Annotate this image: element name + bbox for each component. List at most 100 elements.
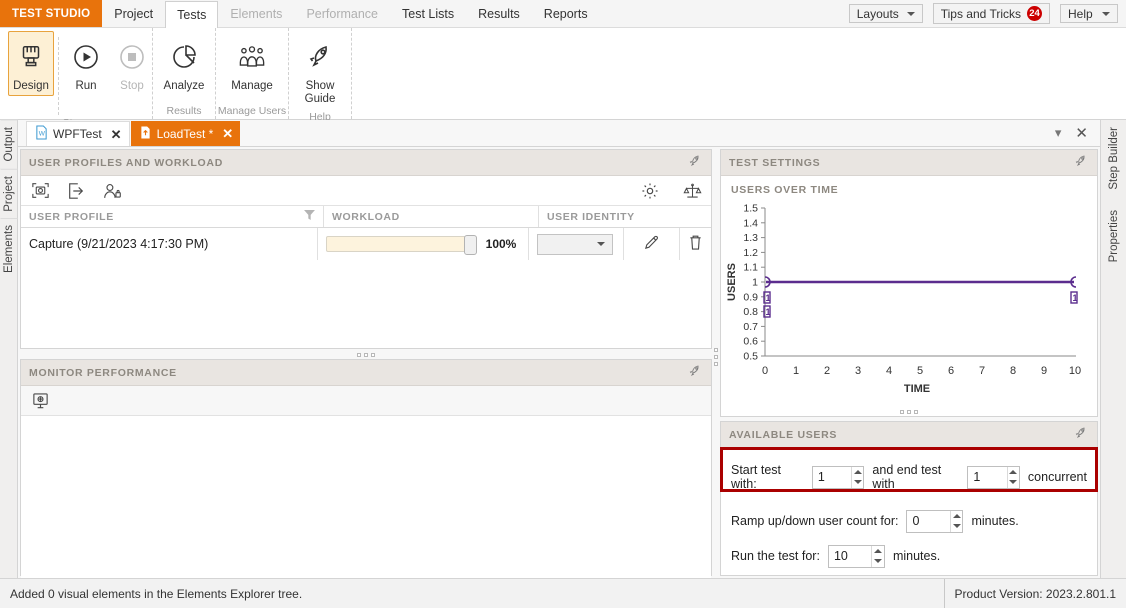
user-identity-dropdown[interactable] <box>536 233 613 255</box>
menu-item-elements[interactable]: Elements <box>218 0 294 27</box>
vertical-splitter[interactable] <box>712 257 720 457</box>
column-header-user-profile[interactable]: USER PROFILE <box>21 206 323 227</box>
chevron-down-icon <box>596 242 605 246</box>
svg-text:1.4: 1.4 <box>743 217 758 229</box>
ribbon-group-manage-users: Manage Manage Users <box>216 28 288 119</box>
document-tab-wpftest[interactable]: W WPFTest ✕ <box>26 121 130 146</box>
chart-splitter[interactable] <box>721 408 1097 415</box>
cell-workload: 100% <box>318 228 528 260</box>
available-users-panel-title: AVAILABLE USERS <box>729 428 838 441</box>
table-row[interactable]: Capture (9/21/2023 4:17:30 PM) 100% <box>21 228 711 260</box>
tips-and-tricks-button[interactable]: Tips and Tricks 24 <box>932 3 1050 24</box>
svg-text:2: 2 <box>824 365 830 377</box>
duration-stepper[interactable] <box>827 544 885 568</box>
workload-slider[interactable] <box>325 235 477 255</box>
tips-badge: 24 <box>1027 6 1042 21</box>
svg-text:0: 0 <box>762 365 768 377</box>
manage-button[interactable]: Manage <box>216 31 288 96</box>
cell-delete <box>680 228 711 260</box>
menu-item-tests[interactable]: Tests <box>165 1 219 28</box>
rocket-icon[interactable] <box>687 363 703 382</box>
svg-text:1.5: 1.5 <box>743 203 758 215</box>
status-message: Added 0 visual elements in the Elements … <box>10 586 303 601</box>
document-workspace: W WPFTest ✕ LoadTest * ✕ ▾ ✕ USER PROFIL… <box>18 120 1100 608</box>
svg-text:1: 1 <box>752 277 758 289</box>
svg-text:0.7: 0.7 <box>743 321 758 333</box>
spin-up-icon[interactable] <box>872 546 884 557</box>
rocket-icon[interactable] <box>1073 425 1089 444</box>
run-label: Run <box>75 80 97 92</box>
run-button[interactable]: Run <box>63 31 109 96</box>
sidebar-item-project[interactable]: Project <box>0 168 18 219</box>
capture-icon[interactable] <box>29 180 51 202</box>
ramp-label: Ramp up/down user count for: <box>731 514 899 528</box>
sidebar-item-step-builder[interactable]: Step Builder <box>1105 120 1123 197</box>
brush-icon <box>11 37 51 77</box>
ramp-input[interactable] <box>907 510 950 532</box>
close-icon[interactable]: ✕ <box>222 127 233 140</box>
rocket-icon[interactable] <box>687 153 703 172</box>
ramp-spin-buttons[interactable] <box>949 510 963 532</box>
svg-text:5: 5 <box>917 365 923 377</box>
show-guide-button[interactable]: Show Guide <box>289 31 351 109</box>
pencil-icon[interactable] <box>643 234 660 254</box>
design-button[interactable]: Design <box>8 31 54 96</box>
duration-spin-buttons[interactable] <box>871 545 884 567</box>
close-icon[interactable]: ✕ <box>111 128 122 141</box>
close-document-icon[interactable]: ✕ <box>1075 124 1088 142</box>
rocket-icon[interactable] <box>1073 153 1089 172</box>
ribbon-toolbar: Design Run Stop Analyze Results Manage M… <box>0 28 1126 129</box>
column-header-user-identity[interactable]: USER IDENTITY <box>539 206 711 227</box>
manage-label: Manage <box>231 80 273 92</box>
sidebar-item-output[interactable]: Output <box>0 120 18 169</box>
help-button[interactable]: Help <box>1060 4 1118 23</box>
document-tab-label: WPFTest <box>53 127 102 141</box>
ramp-row: Ramp up/down user count for: minutes. <box>731 506 1087 536</box>
layouts-button[interactable]: Layouts <box>848 4 923 23</box>
analyze-button[interactable]: Analyze <box>153 31 215 96</box>
ramp-stepper[interactable] <box>906 509 964 533</box>
ribbon-group-results-label: Results <box>166 105 202 117</box>
workload-slider-thumb[interactable] <box>463 235 477 255</box>
ribbon-group-manage-users-label: Manage Users <box>217 105 287 117</box>
tab-menu-icon[interactable]: ▾ <box>1055 125 1062 141</box>
duration-minutes-label: minutes. <box>892 549 941 563</box>
column-label: USER IDENTITY <box>547 210 635 223</box>
spin-down-icon[interactable] <box>872 556 884 567</box>
stop-button[interactable]: Stop <box>109 31 155 96</box>
filter-icon[interactable] <box>304 210 315 223</box>
design-label: Design <box>13 80 49 92</box>
ribbon-group-help-items: Show Guide <box>289 28 351 109</box>
menu-item-test-lists[interactable]: Test Lists <box>390 0 466 27</box>
menu-item-reports[interactable]: Reports <box>532 0 600 27</box>
svg-text:10: 10 <box>1069 365 1081 377</box>
column-header-workload[interactable]: WORKLOAD <box>324 206 538 227</box>
horizontal-splitter[interactable] <box>20 351 712 359</box>
panes-container: USER PROFILES AND WORKLOAD USER PROFILE … <box>18 147 1100 608</box>
trash-icon[interactable] <box>688 234 703 254</box>
sidebar-item-properties[interactable]: Properties <box>1105 203 1123 269</box>
cell-user-profile: Capture (9/21/2023 4:17:30 PM) <box>21 228 317 260</box>
menu-item-project[interactable]: Project <box>102 0 165 27</box>
user-lock-icon[interactable] <box>101 180 123 202</box>
highlight-box <box>720 447 1098 492</box>
svg-text:0.8: 0.8 <box>743 306 758 318</box>
sidebar-item-elements[interactable]: Elements <box>0 218 18 281</box>
spin-up-icon[interactable] <box>951 511 963 522</box>
spin-down-icon[interactable] <box>951 521 963 532</box>
app-brand-label: TEST STUDIO <box>0 0 103 27</box>
add-monitor-icon[interactable] <box>29 390 51 412</box>
menu-right-actions: Layouts Tips and Tricks 24 Help <box>848 0 1126 27</box>
balance-scales-icon[interactable] <box>681 180 703 202</box>
status-bar: Added 0 visual elements in the Elements … <box>0 578 1126 608</box>
svg-text:3: 3 <box>855 365 861 377</box>
column-label: WORKLOAD <box>332 210 400 223</box>
duration-input[interactable] <box>828 545 872 567</box>
document-tab-loadtest[interactable]: LoadTest * ✕ <box>130 121 241 146</box>
menu-item-results[interactable]: Results <box>466 0 532 27</box>
layouts-label: Layouts <box>856 6 899 21</box>
menu-item-performance[interactable]: Performance <box>294 0 390 27</box>
svg-text:7: 7 <box>979 365 985 377</box>
settings-gear-icon[interactable] <box>639 180 661 202</box>
import-icon[interactable] <box>65 180 87 202</box>
